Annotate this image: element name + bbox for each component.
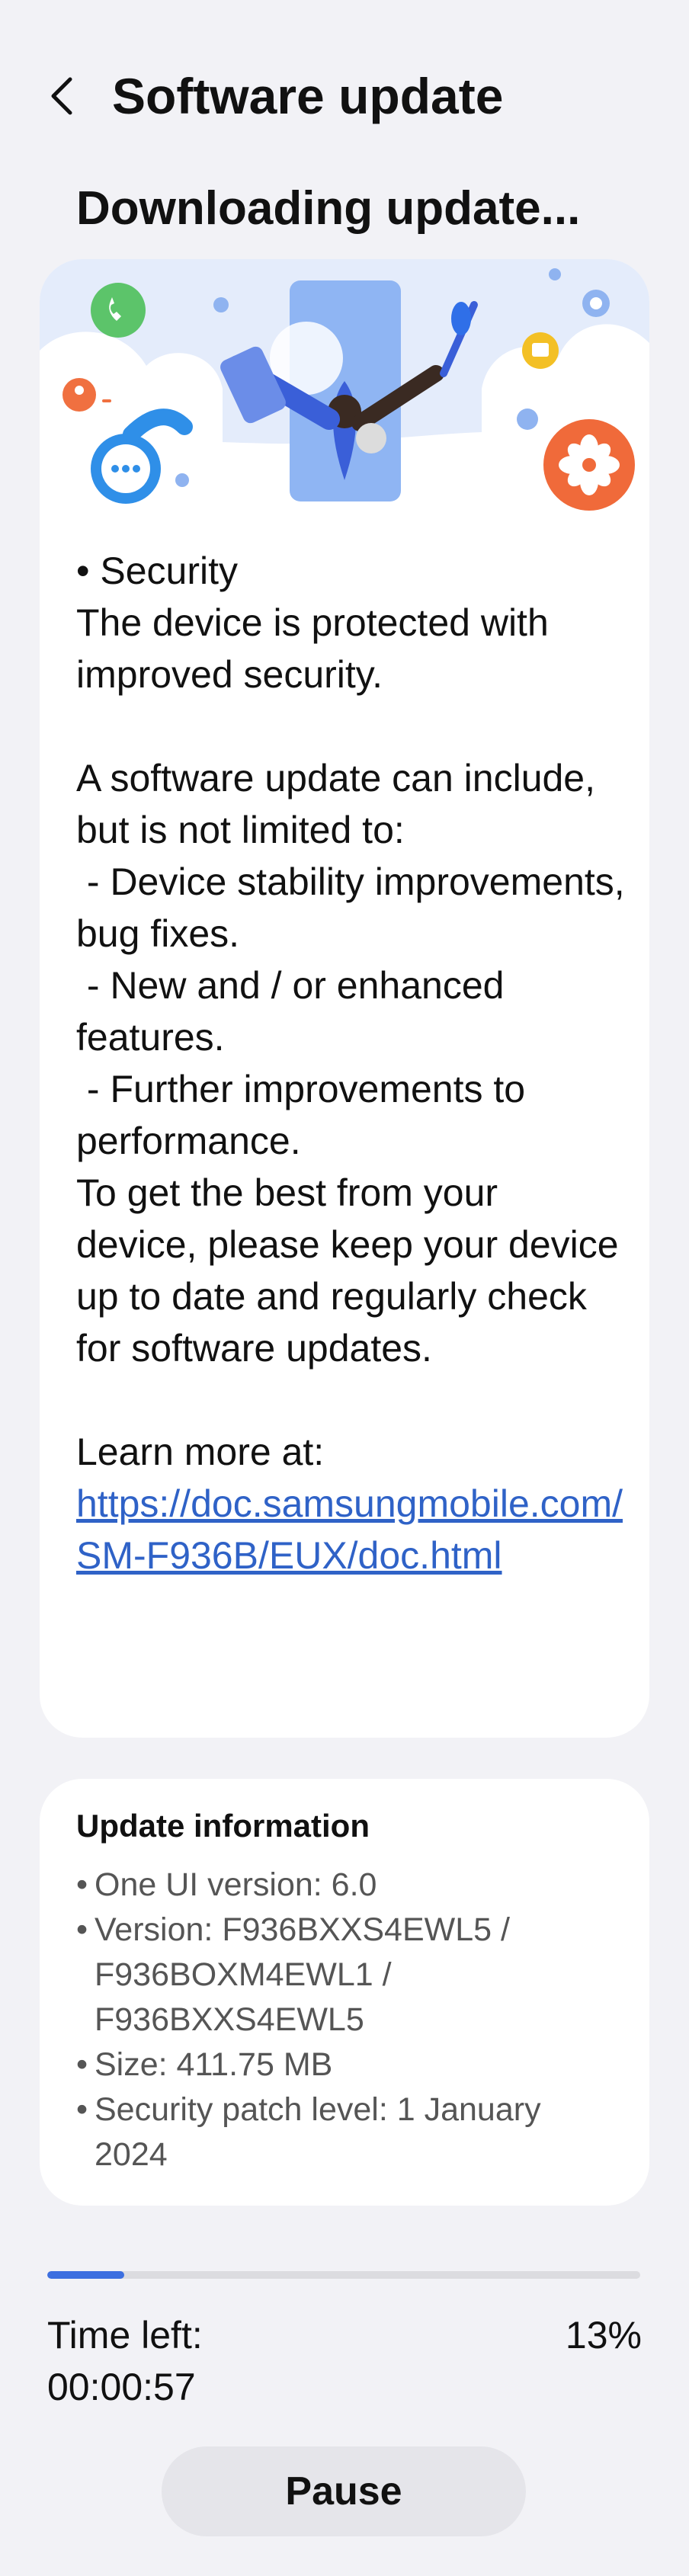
release-notes-body: • Security The device is protected with …	[76, 549, 625, 1473]
progress-percent: 13%	[565, 2314, 642, 2357]
update-information-card: Update information One UI version: 6.0 V…	[40, 1779, 649, 2206]
info-item-oneui-version: One UI version: 6.0	[76, 1863, 610, 1908]
info-item-security-patch: Security patch level: 1 January 2024	[76, 2087, 610, 2177]
learn-more-link[interactable]: https://doc.samsungmobile.com/SM-F936B/E…	[76, 1482, 623, 1577]
release-notes-card: • Security The device is protected with …	[40, 259, 649, 1738]
download-status-title: Downloading update...	[76, 182, 581, 235]
update-information-heading: Update information	[76, 1808, 370, 1844]
time-left: Time left: 00:00:57	[47, 2309, 203, 2413]
back-button[interactable]	[40, 69, 85, 123]
info-item-version: Version: F936BXXS4EWL5 / F936BOXM4EWL1 /…	[76, 1908, 610, 2043]
update-information-list: One UI version: 6.0 Version: F936BXXS4EW…	[76, 1863, 610, 2177]
download-progress-fill	[47, 2271, 125, 2279]
app-header: Software update	[0, 0, 689, 198]
page-title: Software update	[112, 68, 504, 124]
info-item-size: Size: 411.75 MB	[76, 2043, 610, 2087]
update-illustration	[40, 259, 649, 526]
download-progress-bar	[47, 2271, 640, 2279]
time-left-label: Time left:	[47, 2314, 203, 2357]
pause-button[interactable]: Pause	[162, 2446, 526, 2536]
time-left-value: 00:00:57	[47, 2366, 196, 2408]
release-notes-text: • Security The device is protected with …	[76, 545, 625, 1581]
chevron-left-icon	[51, 77, 72, 115]
